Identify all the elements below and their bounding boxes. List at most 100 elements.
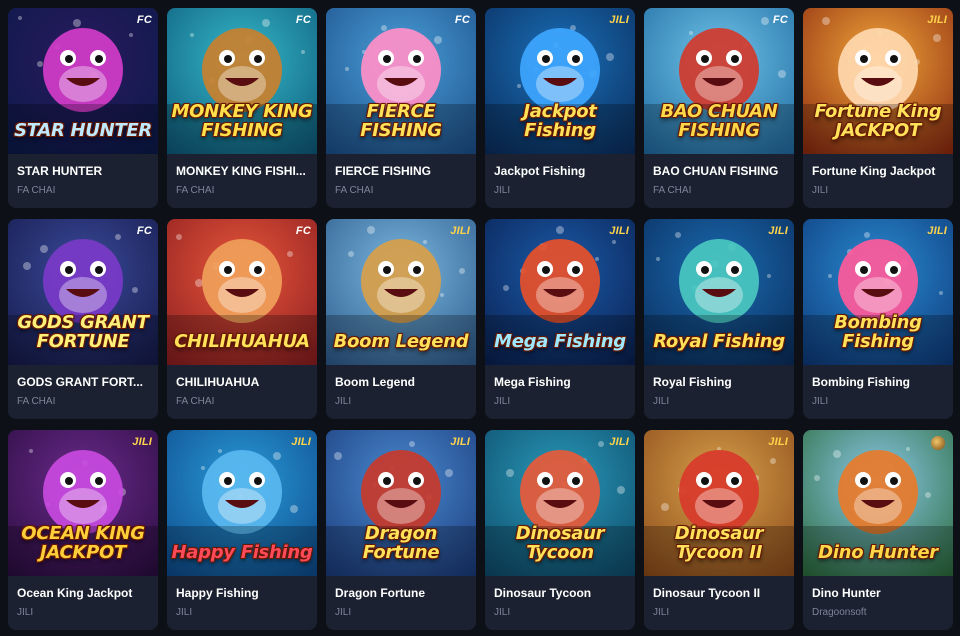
- game-title[interactable]: Happy Fishing: [176, 586, 308, 601]
- provider-badge: JILI: [450, 436, 470, 448]
- game-info: Royal Fishing JILI: [644, 365, 794, 408]
- game-card-bombing-fishing[interactable]: Bombing Fishing JILI Bombing Fishing JILI: [803, 219, 953, 419]
- game-thumbnail[interactable]: CHILIHUAHUA FC: [167, 219, 317, 365]
- game-info: BAO CHUAN FISHING FA CHAI: [644, 154, 794, 197]
- game-logo-text: OCEAN KING JACKPOT: [21, 523, 145, 563]
- game-title[interactable]: Jackpot Fishing: [494, 164, 626, 179]
- game-title[interactable]: STAR HUNTER: [17, 164, 149, 179]
- provider-badge: JILI: [768, 436, 788, 448]
- game-title[interactable]: CHILIHUAHUA: [176, 375, 308, 390]
- provider-badge: FC: [295, 14, 311, 26]
- game-thumbnail[interactable]: Fortune King JACKPOT JILI: [803, 8, 953, 154]
- game-title[interactable]: Mega Fishing: [494, 375, 626, 390]
- game-logo-text: Happy Fishing: [171, 542, 313, 563]
- game-card-dragon-fortune[interactable]: Dragon Fortune JILI Dragon Fortune JILI: [326, 430, 476, 630]
- game-card-fortune-king-jackpot[interactable]: Fortune King JACKPOT JILI Fortune King Jac…: [803, 8, 953, 208]
- game-card-happy-fishing[interactable]: Happy Fishing JILI Happy Fishing JILI: [167, 430, 317, 630]
- game-thumbnail[interactable]: Dinosaur Tycoon II JILI: [644, 430, 794, 576]
- game-logo-text: Boom Legend: [333, 331, 469, 352]
- provider-badge: FC: [136, 14, 152, 26]
- game-card-mega-fishing[interactable]: Mega Fishing JILI Mega Fishing JILI: [485, 219, 635, 419]
- game-logo-text: Mega Fishing: [494, 331, 626, 352]
- game-provider: JILI: [335, 396, 352, 407]
- game-thumbnail[interactable]: FIERCE FISHING FC: [326, 8, 476, 154]
- game-info: Dinosaur Tycoon JILI: [485, 576, 635, 619]
- game-thumbnail[interactable]: Dinosaur Tycoon JILI: [485, 430, 635, 576]
- game-logo-text: Royal Fishing: [653, 331, 785, 352]
- game-card-dinosaur-tycoon[interactable]: Dinosaur Tycoon JILI Dinosaur Tycoon JILI: [485, 430, 635, 630]
- game-card-boom-legend[interactable]: Boom Legend JILI Boom Legend JILI: [326, 219, 476, 419]
- game-info: STAR HUNTER FA CHAI: [8, 154, 158, 197]
- provider-badge: JILI: [291, 436, 311, 448]
- game-info: Dragon Fortune JILI: [326, 576, 476, 619]
- game-logo-text: Jackpot Fishing: [523, 101, 597, 141]
- game-info: FIERCE FISHING FA CHAI: [326, 154, 476, 197]
- game-provider: Dragoonsoft: [812, 607, 867, 618]
- game-card-star-hunter[interactable]: STAR HUNTER FC STAR HUNTER FA CHAI: [8, 8, 158, 208]
- game-provider: FA CHAI: [17, 396, 56, 407]
- game-info: Ocean King Jackpot JILI: [8, 576, 158, 619]
- game-title[interactable]: Dinosaur Tycoon: [494, 586, 626, 601]
- game-info: GODS GRANT FORT... FA CHAI: [8, 365, 158, 408]
- game-thumbnail[interactable]: MONKEY KING FISHING FC: [167, 8, 317, 154]
- game-card-ocean-king-jackpot[interactable]: OCEAN KING JACKPOT JILI Ocean King Jackpot…: [8, 430, 158, 630]
- game-card-fierce-fishing[interactable]: FIERCE FISHING FC FIERCE FISHING FA CHAI: [326, 8, 476, 208]
- game-logo-text: Bombing Fishing: [834, 312, 922, 352]
- dragoon-logo-icon: [931, 436, 945, 450]
- game-logo-text: STAR HUNTER: [14, 120, 152, 141]
- provider-badge: JILI: [132, 436, 152, 448]
- game-thumbnail[interactable]: Jackpot Fishing JILI: [485, 8, 635, 154]
- game-thumbnail[interactable]: Mega Fishing JILI: [485, 219, 635, 365]
- game-thumbnail[interactable]: Bombing Fishing JILI: [803, 219, 953, 365]
- game-card-monkey-king-fishi[interactable]: MONKEY KING FISHING FC MONKEY KING FISHI..…: [167, 8, 317, 208]
- game-card-royal-fishing[interactable]: Royal Fishing JILI Royal Fishing JILI: [644, 219, 794, 419]
- game-info: Dino Hunter Dragoonsoft: [803, 576, 953, 619]
- game-provider: JILI: [176, 607, 193, 618]
- game-provider: FA CHAI: [335, 185, 374, 196]
- game-info: MONKEY KING FISHI... FA CHAI: [167, 154, 317, 197]
- game-thumbnail[interactable]: Happy Fishing JILI: [167, 430, 317, 576]
- game-thumbnail[interactable]: Dragon Fortune JILI: [326, 430, 476, 576]
- game-logo-text: Dragon Fortune: [362, 523, 440, 563]
- provider-badge: FC: [295, 225, 311, 237]
- game-thumbnail[interactable]: Dino Hunter: [803, 430, 953, 576]
- game-title[interactable]: BAO CHUAN FISHING: [653, 164, 785, 179]
- game-info: Boom Legend JILI: [326, 365, 476, 408]
- game-thumbnail[interactable]: OCEAN KING JACKPOT JILI: [8, 430, 158, 576]
- game-title[interactable]: GODS GRANT FORT...: [17, 375, 149, 390]
- game-title[interactable]: Dino Hunter: [812, 586, 944, 601]
- provider-badge: FC: [136, 225, 152, 237]
- game-card-dinosaur-tycoon-ii[interactable]: Dinosaur Tycoon II JILI Dinosaur Tycoon II…: [644, 430, 794, 630]
- game-title[interactable]: Fortune King Jackpot: [812, 164, 944, 179]
- game-title[interactable]: Dinosaur Tycoon II: [653, 586, 785, 601]
- game-card-chilihuahua[interactable]: CHILIHUAHUA FC CHILIHUAHUA FA CHAI: [167, 219, 317, 419]
- game-thumbnail[interactable]: BAO CHUAN FISHING FC: [644, 8, 794, 154]
- game-logo-text: Dino Hunter: [818, 542, 938, 563]
- game-title[interactable]: MONKEY KING FISHI...: [176, 164, 308, 179]
- provider-badge: JILI: [450, 225, 470, 237]
- provider-badge: JILI: [609, 436, 629, 448]
- game-title[interactable]: Dragon Fortune: [335, 586, 467, 601]
- game-title[interactable]: Ocean King Jackpot: [17, 586, 149, 601]
- game-info: Jackpot Fishing JILI: [485, 154, 635, 197]
- game-card-dino-hunter[interactable]: Dino Hunter Dino Hunter Dragoonsoft: [803, 430, 953, 630]
- game-thumbnail[interactable]: Boom Legend JILI: [326, 219, 476, 365]
- game-provider: JILI: [812, 185, 829, 196]
- game-title[interactable]: FIERCE FISHING: [335, 164, 467, 179]
- game-card-jackpot-fishing[interactable]: Jackpot Fishing JILI Jackpot Fishing JILI: [485, 8, 635, 208]
- game-info: Fortune King Jackpot JILI: [803, 154, 953, 197]
- game-info: Bombing Fishing JILI: [803, 365, 953, 408]
- game-title[interactable]: Boom Legend: [335, 375, 467, 390]
- game-info: Dinosaur Tycoon II JILI: [644, 576, 794, 619]
- game-thumbnail[interactable]: Royal Fishing JILI: [644, 219, 794, 365]
- game-logo-text: MONKEY KING FISHING: [171, 101, 313, 141]
- game-info: CHILIHUAHUA FA CHAI: [167, 365, 317, 408]
- game-thumbnail[interactable]: GODS GRANT FORTUNE FC: [8, 219, 158, 365]
- provider-badge: JILI: [768, 225, 788, 237]
- game-card-bao-chuan-fishing[interactable]: BAO CHUAN FISHING FC BAO CHUAN FISHING FA C…: [644, 8, 794, 208]
- game-title[interactable]: Bombing Fishing: [812, 375, 944, 390]
- game-thumbnail[interactable]: STAR HUNTER FC: [8, 8, 158, 154]
- game-title[interactable]: Royal Fishing: [653, 375, 785, 390]
- game-provider: JILI: [653, 607, 670, 618]
- game-card-gods-grant-fort[interactable]: GODS GRANT FORTUNE FC GODS GRANT FORT... FA…: [8, 219, 158, 419]
